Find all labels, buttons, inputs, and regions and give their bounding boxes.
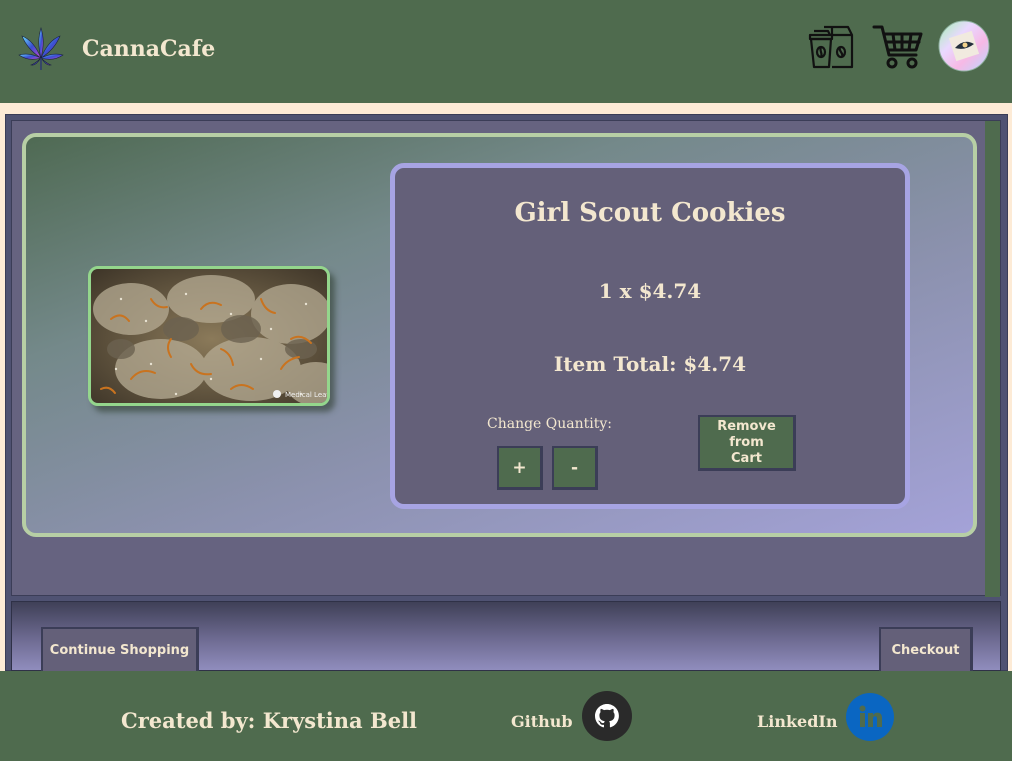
header-nav bbox=[806, 20, 990, 72]
github-icon[interactable] bbox=[582, 691, 632, 741]
app-footer: Created by: Krystina Bell Github LinkedI… bbox=[0, 671, 1012, 761]
linkedin-icon[interactable] bbox=[846, 693, 894, 741]
cart-actions-bar: Continue Shopping Checkout bbox=[11, 601, 1001, 673]
cannabis-leaf-logo bbox=[18, 26, 64, 70]
increase-quantity-button[interactable]: + bbox=[497, 446, 543, 490]
brand[interactable]: CannaCafe bbox=[16, 24, 215, 74]
decrease-quantity-button[interactable]: - bbox=[552, 446, 598, 490]
continue-shopping-button[interactable]: Continue Shopping bbox=[41, 627, 199, 673]
github-link[interactable]: Github bbox=[511, 712, 573, 731]
change-quantity-label: Change Quantity: bbox=[487, 416, 613, 432]
profile-avatar[interactable] bbox=[938, 20, 990, 72]
scrollbar[interactable] bbox=[985, 121, 1000, 597]
checkout-button[interactable]: Checkout bbox=[879, 627, 973, 673]
remove-from-cart-button[interactable]: Remove from Cart bbox=[698, 415, 796, 471]
cart-panel: Medical Leaf Girl Scout Cookies 1 x $4.7… bbox=[5, 114, 1008, 673]
author-credit: Created by: Krystina Bell bbox=[121, 708, 418, 733]
photo-watermark: Medical Leaf bbox=[285, 391, 329, 399]
linkedin-link[interactable]: LinkedIn bbox=[757, 712, 838, 731]
app-header: CannaCafe bbox=[0, 0, 1012, 103]
item-total: Item Total: $4.74 bbox=[553, 352, 747, 376]
cart-item-card: Medical Leaf Girl Scout Cookies 1 x $4.7… bbox=[22, 133, 977, 537]
shopping-cart-icon[interactable] bbox=[872, 20, 924, 72]
coffee-bag-icon[interactable] bbox=[806, 20, 858, 72]
item-details: Girl Scout Cookies 1 x $4.74 Item Total:… bbox=[390, 163, 910, 509]
product-name: Girl Scout Cookies bbox=[514, 198, 786, 228]
cart-items-list: Medical Leaf Girl Scout Cookies 1 x $4.7… bbox=[11, 120, 1001, 597]
product-image: Medical Leaf bbox=[88, 266, 330, 406]
brand-name: CannaCafe bbox=[82, 36, 216, 62]
quantity-price: 1 x $4.74 bbox=[598, 279, 702, 303]
